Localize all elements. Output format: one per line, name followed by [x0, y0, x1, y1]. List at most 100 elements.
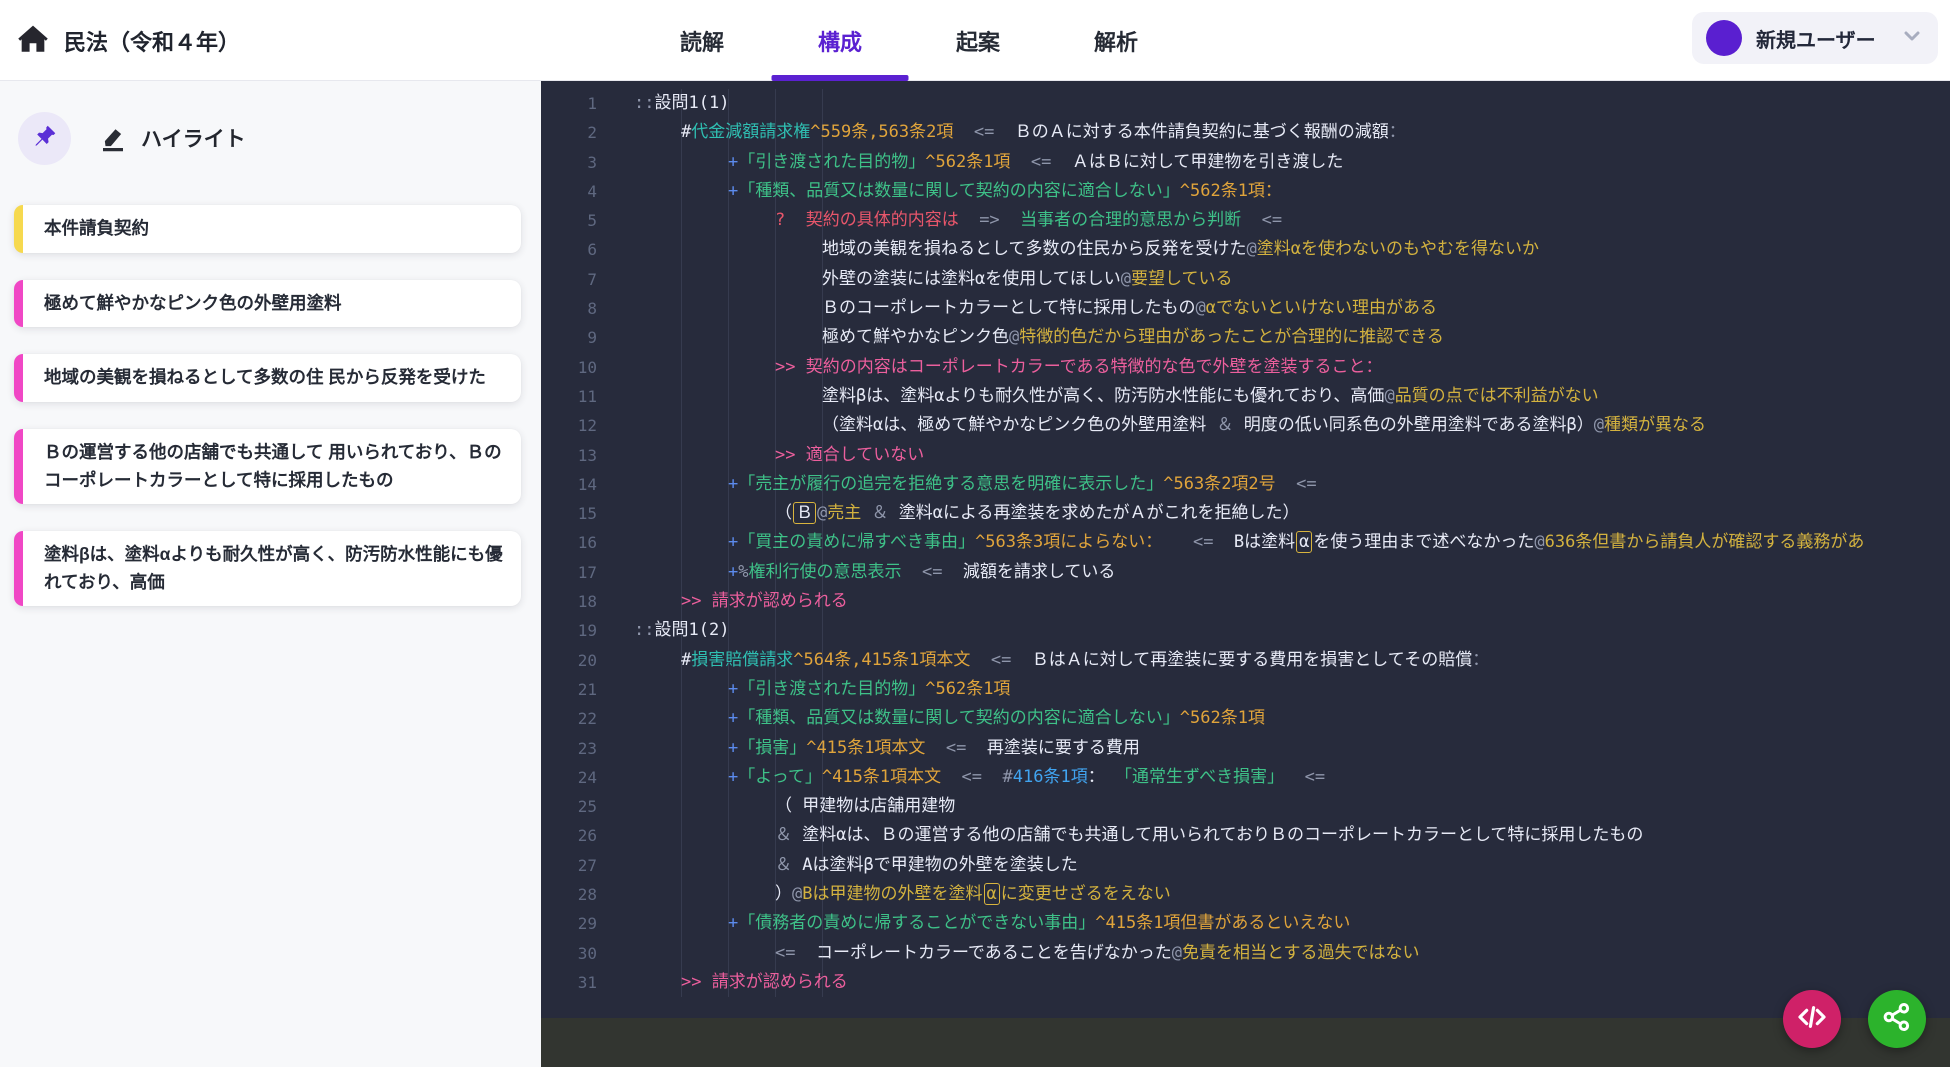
token-blue: +	[728, 738, 738, 758]
token-yellow: αでないといけない理由がある	[1206, 298, 1437, 318]
highlight-sidebar: ハイライト 本件請負契約極めて鮮やかなピンク色の外壁用塗料地域の美観を損ねるとし…	[0, 81, 541, 1067]
code-text: +「種類、品質又は数量に関して契約の内容に適合しない」^562条1項：	[541, 177, 1282, 206]
token-green: 「種類、品質又は数量に関して契約の内容に適合しない」	[738, 708, 1180, 728]
token-white: 塗料βは、塗料αよりも耐久性が高く、防汚防水性能にも優れており、高価	[822, 386, 1384, 406]
token-gray: #	[1003, 767, 1013, 787]
code-line[interactable]: 5? 契約の具体的内容は => 当事者の合理的意思から判断 <=	[541, 206, 1950, 235]
code-button[interactable]	[1783, 990, 1841, 1048]
token-gray: <=	[1284, 767, 1325, 787]
code-line[interactable]: 29+「債務者の責めに帰することができない事由」^415条1項但書があるといえな…	[541, 909, 1950, 938]
code-line[interactable]: 6地域の美観を損ねるとして多数の住民から反発を受けた@塗料αを使わないのもやむを…	[541, 235, 1950, 264]
tab-読解[interactable]: 読解	[680, 0, 724, 81]
token-blue: +	[728, 532, 738, 552]
token-gray: @	[1172, 943, 1182, 963]
token-green: 「よって」	[738, 767, 822, 787]
token-orange: ^564条,415条1項本文	[793, 650, 970, 670]
token-gray: <=	[902, 562, 963, 582]
top-navbar: 民法（令和４年） 読解構成起案解析 新規ユーザー	[0, 0, 1950, 81]
share-icon	[1882, 1002, 1912, 1037]
code-text: ::設問1(1)	[541, 89, 729, 118]
home-icon	[16, 22, 50, 61]
code-line[interactable]: 7外壁の塗装には塗料αを使用してほしい@要望している	[541, 265, 1950, 294]
code-line[interactable]: 16+「買主の責めに帰すべき事由」^563条3項によらない： <= Bは塗料αを…	[541, 528, 1950, 557]
code-line[interactable]: 14+「売主が履行の追完を拒絶する意思を明確に表示した」^563条2項2号 <=	[541, 470, 1950, 499]
user-menu[interactable]: 新規ユーザー	[1692, 12, 1938, 64]
code-text: ＆ 塗料αは、Ｂの運営する他の店舗でも共通して用いられておりＢのコーポレートカラ…	[541, 821, 1643, 850]
token-gray: ::	[634, 620, 654, 640]
code-line[interactable]: 30<= コーポレートカラーであることを告げなかった@免責を相当とする過失ではな…	[541, 939, 1950, 968]
code-line[interactable]: 31>> 請求が認められる	[541, 968, 1950, 997]
token-white: （ 甲建物は店舗用建物	[775, 796, 955, 816]
token-yellow: 要望している	[1131, 269, 1233, 289]
token-white: #	[681, 122, 691, 142]
token-green: 権利行使の意思表示	[749, 562, 902, 582]
code-line[interactable]: 17+%権利行使の意思表示 <= 減額を請求している	[541, 558, 1950, 587]
token-green: 「損害」	[738, 738, 806, 758]
code-line[interactable]: 28）@Bは甲建物の外壁を塗料αに変更せざるをえない	[541, 880, 1950, 909]
code-line[interactable]: 24+「よって」^415条1項本文 <= #416条1項： 「通常生ずべき損害」…	[541, 763, 1950, 792]
code-line[interactable]: 19::設問1(2)	[541, 616, 1950, 645]
code-line[interactable]: 22+「種類、品質又は数量に関して契約の内容に適合しない」^562条1項	[541, 704, 1950, 733]
token-yellow: 種類が異なる	[1604, 415, 1706, 435]
code-text: +「種類、品質又は数量に関して契約の内容に適合しない」^562条1項	[541, 704, 1265, 733]
token-yellow: 売主	[827, 503, 861, 523]
code-text: +%権利行使の意思表示 <= 減額を請求している	[541, 558, 1115, 587]
indent-guide	[728, 89, 729, 997]
token-green: 「債務者の責めに帰することができない事由」	[738, 913, 1095, 933]
code-line[interactable]: 12（塗料αは、極めて鮮やかなピンク色の外壁用塗料 ＆ 明度の低い同系色の外壁用…	[541, 411, 1950, 440]
code-line[interactable]: 8Ｂのコーポレートカラーとして特に採用したもの@αでないといけない理由がある	[541, 294, 1950, 323]
code-line[interactable]: 10>> 契約の内容はコーポレートカラーである特徴的な色で外壁を塗装すること：	[541, 353, 1950, 382]
token-blue: +	[728, 152, 738, 172]
code-text: +「債務者の責めに帰することができない事由」^415条1項但書があるといえない	[541, 909, 1350, 938]
highlight-card[interactable]: 極めて鮮やかなピンク色の外壁用塗料	[14, 280, 521, 328]
token-gray: @	[1534, 532, 1544, 552]
share-button[interactable]	[1868, 990, 1926, 1048]
token-pink: >> 契約の内容はコーポレートカラーである特徴的な色で外壁を塗装すること：	[775, 357, 1383, 377]
token-green: 当事者の合理的意思から判断	[1020, 210, 1241, 230]
token-gray: ＆	[1216, 415, 1233, 435]
tab-起案[interactable]: 起案	[956, 0, 1000, 81]
token-orange: ^563条2項2号	[1163, 474, 1275, 494]
token-white: （塗料αは、極めて鮮やかなピンク色の外壁用塗料	[822, 415, 1216, 435]
highlight-card[interactable]: Ｂの運営する他の店舗でも共通して 用いられており、Ｂのコーポレートカラーとして特…	[14, 429, 521, 504]
tab-解析[interactable]: 解析	[1094, 0, 1138, 81]
tab-構成[interactable]: 構成	[818, 0, 862, 81]
highlight-card[interactable]: 塗料βは、塗料αよりも耐久性が高く、防汚防水性能にも優れており、高価	[14, 531, 521, 606]
code-line[interactable]: 2#代金減額請求権^559条,563条2項 <= ＢのＡに対する本件請負契約に基…	[541, 118, 1950, 147]
code-line[interactable]: 23+「損害」^415条1項本文 <= 再塗装に要する費用	[541, 734, 1950, 763]
code-line[interactable]: 21+「引き渡された目的物」^562条1項	[541, 675, 1950, 704]
code-line[interactable]: 18>> 請求が認められる	[541, 587, 1950, 616]
token-white: ＢのＡに対する本件請負契約に基づく報酬の減額	[1015, 122, 1389, 142]
code-line[interactable]: 9極めて鮮やかなピンク色@特徴的色だから理由があったことが合理的に推認できる	[541, 323, 1950, 352]
code-line[interactable]: 20#損害賠償請求^564条,415条1項本文 <= ＢはＡに対して再塗装に要す…	[541, 646, 1950, 675]
code-text: >> 契約の内容はコーポレートカラーである特徴的な色で外壁を塗装すること：	[541, 353, 1383, 382]
code-line[interactable]: 27＆ Aは塗料βで甲建物の外壁を塗装した	[541, 851, 1950, 880]
pin-button[interactable]	[18, 112, 71, 165]
home-button[interactable]	[14, 22, 52, 60]
code-text: （塗料αは、極めて鮮やかなピンク色の外壁用塗料 ＆ 明度の低い同系色の外壁用塗料…	[541, 411, 1706, 440]
token-white: 地域の美観を損ねるとして多数の住民から反発を受けた	[822, 239, 1247, 259]
token-green: 「売主が履行の追完を拒絶する意思を明確に表示した」	[738, 474, 1163, 494]
token-white: Bは塗料	[1234, 532, 1295, 552]
code-line[interactable]: 4+「種類、品質又は数量に関して契約の内容に適合しない」^562条1項：	[541, 177, 1950, 206]
structure-editor[interactable]: 1::設問1(1)2#代金減額請求権^559条,563条2項 <= ＢのＡに対す…	[541, 81, 1950, 1018]
highlight-card[interactable]: 本件請負契約	[14, 205, 521, 253]
highlight-card[interactable]: 地域の美観を損ねるとして多数の住 民から反発を受けた	[14, 354, 521, 402]
token-white: 設問1(1)	[654, 93, 729, 113]
code-line[interactable]: 1::設問1(1)	[541, 89, 1950, 118]
token-orange: ^562条1項	[925, 679, 1010, 699]
token-gray: <=	[970, 650, 1031, 670]
token-gray: @	[1196, 298, 1206, 318]
code-text: （Ｂ@売主 ＆ 塗料αによる再塗装を求めたがＡがこれを拒絶した）	[541, 499, 1299, 528]
code-line[interactable]: 26＆ 塗料αは、Ｂの運営する他の店舗でも共通して用いられておりＢのコーポレート…	[541, 821, 1950, 850]
highlight-color-bar	[14, 531, 23, 606]
highlight-color-bar	[14, 354, 23, 402]
code-line[interactable]: 13>> 適合していない	[541, 441, 1950, 470]
code-line[interactable]: 25（ 甲建物は店舗用建物	[541, 792, 1950, 821]
code-line[interactable]: 11塗料βは、塗料αよりも耐久性が高く、防汚防水性能にも優れており、高価@品質の…	[541, 382, 1950, 411]
token-white: 塗料αは、Ｂの運営する他の店舗でも共通して用いられておりＢのコーポレートカラーと…	[792, 825, 1643, 845]
token-lightblue: 416条1項	[1013, 767, 1088, 787]
code-area: 1::設問1(1)2#代金減額請求権^559条,563条2項 <= ＢのＡに対す…	[541, 89, 1950, 997]
code-line[interactable]: 15（Ｂ@売主 ＆ 塗料αによる再塗装を求めたがＡがこれを拒絶した）	[541, 499, 1950, 528]
code-line[interactable]: 3+「引き渡された目的物」^562条1項 <= ＡはＢに対して甲建物を引き渡した	[541, 148, 1950, 177]
